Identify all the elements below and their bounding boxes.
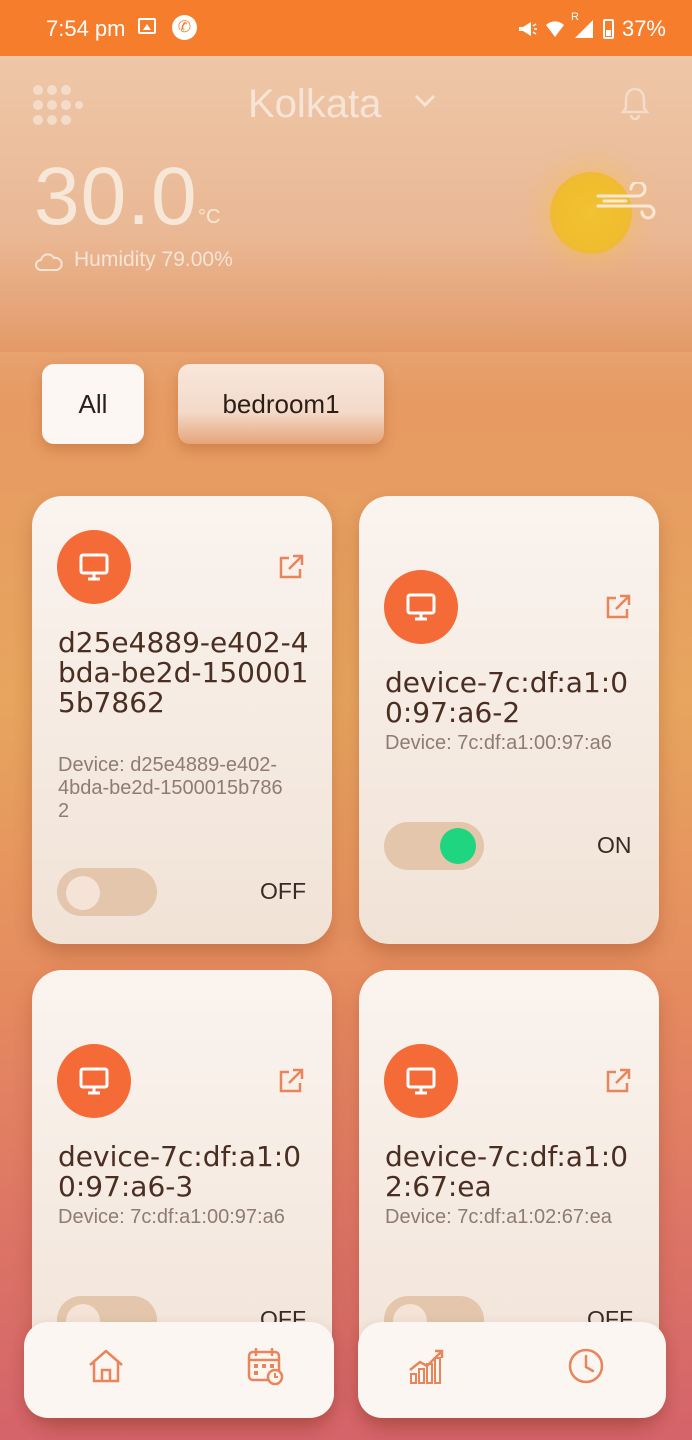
device-name: device-7c:df:a1:00:97:a6-3 <box>58 1140 302 1203</box>
device-name: device-7c:df:a1:00:97:a6-2 <box>385 666 629 729</box>
wind-icon <box>596 182 656 220</box>
device-toggle[interactable] <box>57 868 157 916</box>
toggle-knob <box>440 828 476 864</box>
bottom-nav-left <box>24 1322 334 1418</box>
monitor-icon <box>384 570 458 644</box>
device-subtitle: Device: 7c:df:a1:00:97:a6 <box>385 732 612 754</box>
filter-chip-bedroom1[interactable]: bedroom1 <box>178 364 384 444</box>
clock-icon[interactable] <box>566 1346 606 1386</box>
humidity-text: Humidity 79.00% <box>74 248 233 271</box>
phone-notification-icon: ✆ <box>172 15 197 40</box>
external-link-icon[interactable] <box>276 552 306 582</box>
signal-icon: R <box>571 11 595 39</box>
device-state: OFF <box>260 878 306 904</box>
wifi-icon <box>545 21 564 37</box>
external-link-icon[interactable] <box>276 1066 306 1096</box>
temperature-unit: °C <box>198 206 221 228</box>
calendar-icon[interactable] <box>246 1346 286 1386</box>
external-link-icon[interactable] <box>603 592 633 622</box>
device-subtitle: Device: 7c:df:a1:02:67:ea <box>385 1206 612 1228</box>
menu-dots-icon[interactable] <box>32 84 84 128</box>
monitor-icon <box>57 1044 131 1118</box>
device-name: device-7c:df:a1:02:67:ea <box>385 1140 629 1203</box>
monitor-icon <box>384 1044 458 1118</box>
device-card[interactable]: d25e4889-e402-4bda-be2d-1500015b7862 Dev… <box>32 496 332 944</box>
home-icon[interactable] <box>86 1346 126 1386</box>
device-card[interactable]: device-7c:df:a1:00:97:a6-2 Device: 7c:df… <box>359 496 659 944</box>
status-time: 7:54 pm <box>46 16 126 41</box>
bell-icon[interactable] <box>620 86 650 120</box>
battery-percent: 37% <box>621 16 666 41</box>
city-selector[interactable]: Kolkata <box>248 82 381 127</box>
monitor-icon <box>57 530 131 604</box>
status-bar: 7:54 pm ✆ R 37% <box>0 0 692 56</box>
chevron-down-icon[interactable] <box>414 94 436 108</box>
device-toggle[interactable] <box>384 822 484 870</box>
roaming-marker: R <box>570 11 579 23</box>
device-state: ON <box>597 832 632 858</box>
device-subtitle: Device: 7c:df:a1:00:97:a6 <box>58 1206 285 1228</box>
battery-icon <box>602 19 614 39</box>
temperature-value: 30.0 <box>34 151 198 242</box>
image-notification-icon <box>138 18 156 34</box>
device-subtitle: Device: d25e4889-e402-4bda-be2d-1500015b… <box>58 754 283 822</box>
toggle-knob <box>66 876 100 910</box>
bottom-nav-right <box>358 1322 666 1418</box>
filter-chip-all[interactable]: All <box>42 364 144 444</box>
external-link-icon[interactable] <box>603 1066 633 1096</box>
chart-icon[interactable] <box>407 1346 447 1386</box>
megaphone-icon <box>518 22 537 36</box>
cloud-icon <box>35 253 63 271</box>
device-name: d25e4889-e402-4bda-be2d-1500015b7862 <box>58 626 309 719</box>
